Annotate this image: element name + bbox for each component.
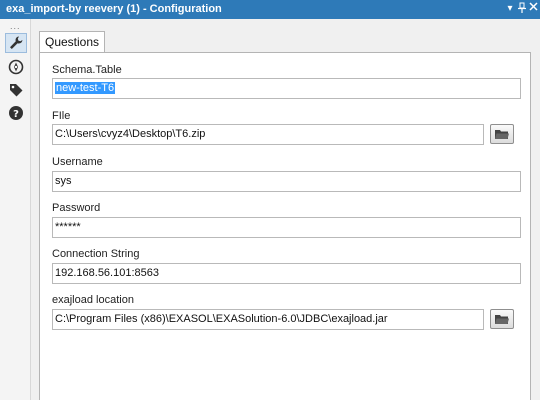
exajload-browse-button[interactable] <box>490 309 514 329</box>
window-title: exa_import-by reevery (1) - Configuratio… <box>6 3 222 15</box>
wrench-icon <box>10 36 23 49</box>
folder-icon <box>495 315 509 324</box>
sidebar-tool-help[interactable]: ? <box>5 103 27 123</box>
folder-icon <box>495 130 509 139</box>
exajload-location-label: exajload location <box>52 294 134 306</box>
questions-panel: Schema.Table new-test-T6 FIle C:\Users\c… <box>39 52 531 400</box>
compass-icon <box>8 59 24 75</box>
sidebar-tool-layout[interactable] <box>5 57 27 77</box>
dropdown-icon[interactable]: ▾ <box>504 2 516 16</box>
tab-strip: Questions <box>31 19 540 53</box>
file-label: FIle <box>52 110 71 122</box>
connection-string-label: Connection String <box>52 248 140 260</box>
sidebar-tool-annotation[interactable] <box>5 80 27 100</box>
username-label: Username <box>52 156 103 168</box>
tool-sidebar: ... ? <box>0 19 31 400</box>
help-icon: ? <box>9 106 23 120</box>
password-label: Password <box>52 202 101 214</box>
exajload-location-input[interactable]: C:\Program Files (x86)\EXASOL\EXASolutio… <box>52 309 484 330</box>
schema-table-label: Schema.Table <box>52 64 122 76</box>
tab-questions[interactable]: Questions <box>39 31 105 53</box>
window-titlebar: exa_import-by reevery (1) - Configuratio… <box>0 0 540 19</box>
sidebar-overflow-dots[interactable]: ... <box>10 21 21 31</box>
close-icon[interactable] <box>527 2 539 16</box>
schema-table-value: new-test-T6 <box>55 82 116 94</box>
password-input[interactable]: ****** <box>52 217 521 238</box>
schema-table-input[interactable]: new-test-T6 <box>52 78 521 99</box>
connection-string-input[interactable]: 192.168.56.101:8563 <box>52 263 521 284</box>
tag-icon <box>10 84 23 97</box>
username-input[interactable]: sys <box>52 171 521 192</box>
sidebar-tool-configuration[interactable] <box>5 33 27 53</box>
file-input[interactable]: C:\Users\cvyz4\Desktop\T6.zip <box>52 124 484 145</box>
file-browse-button[interactable] <box>490 124 514 144</box>
svg-text:?: ? <box>13 109 19 120</box>
